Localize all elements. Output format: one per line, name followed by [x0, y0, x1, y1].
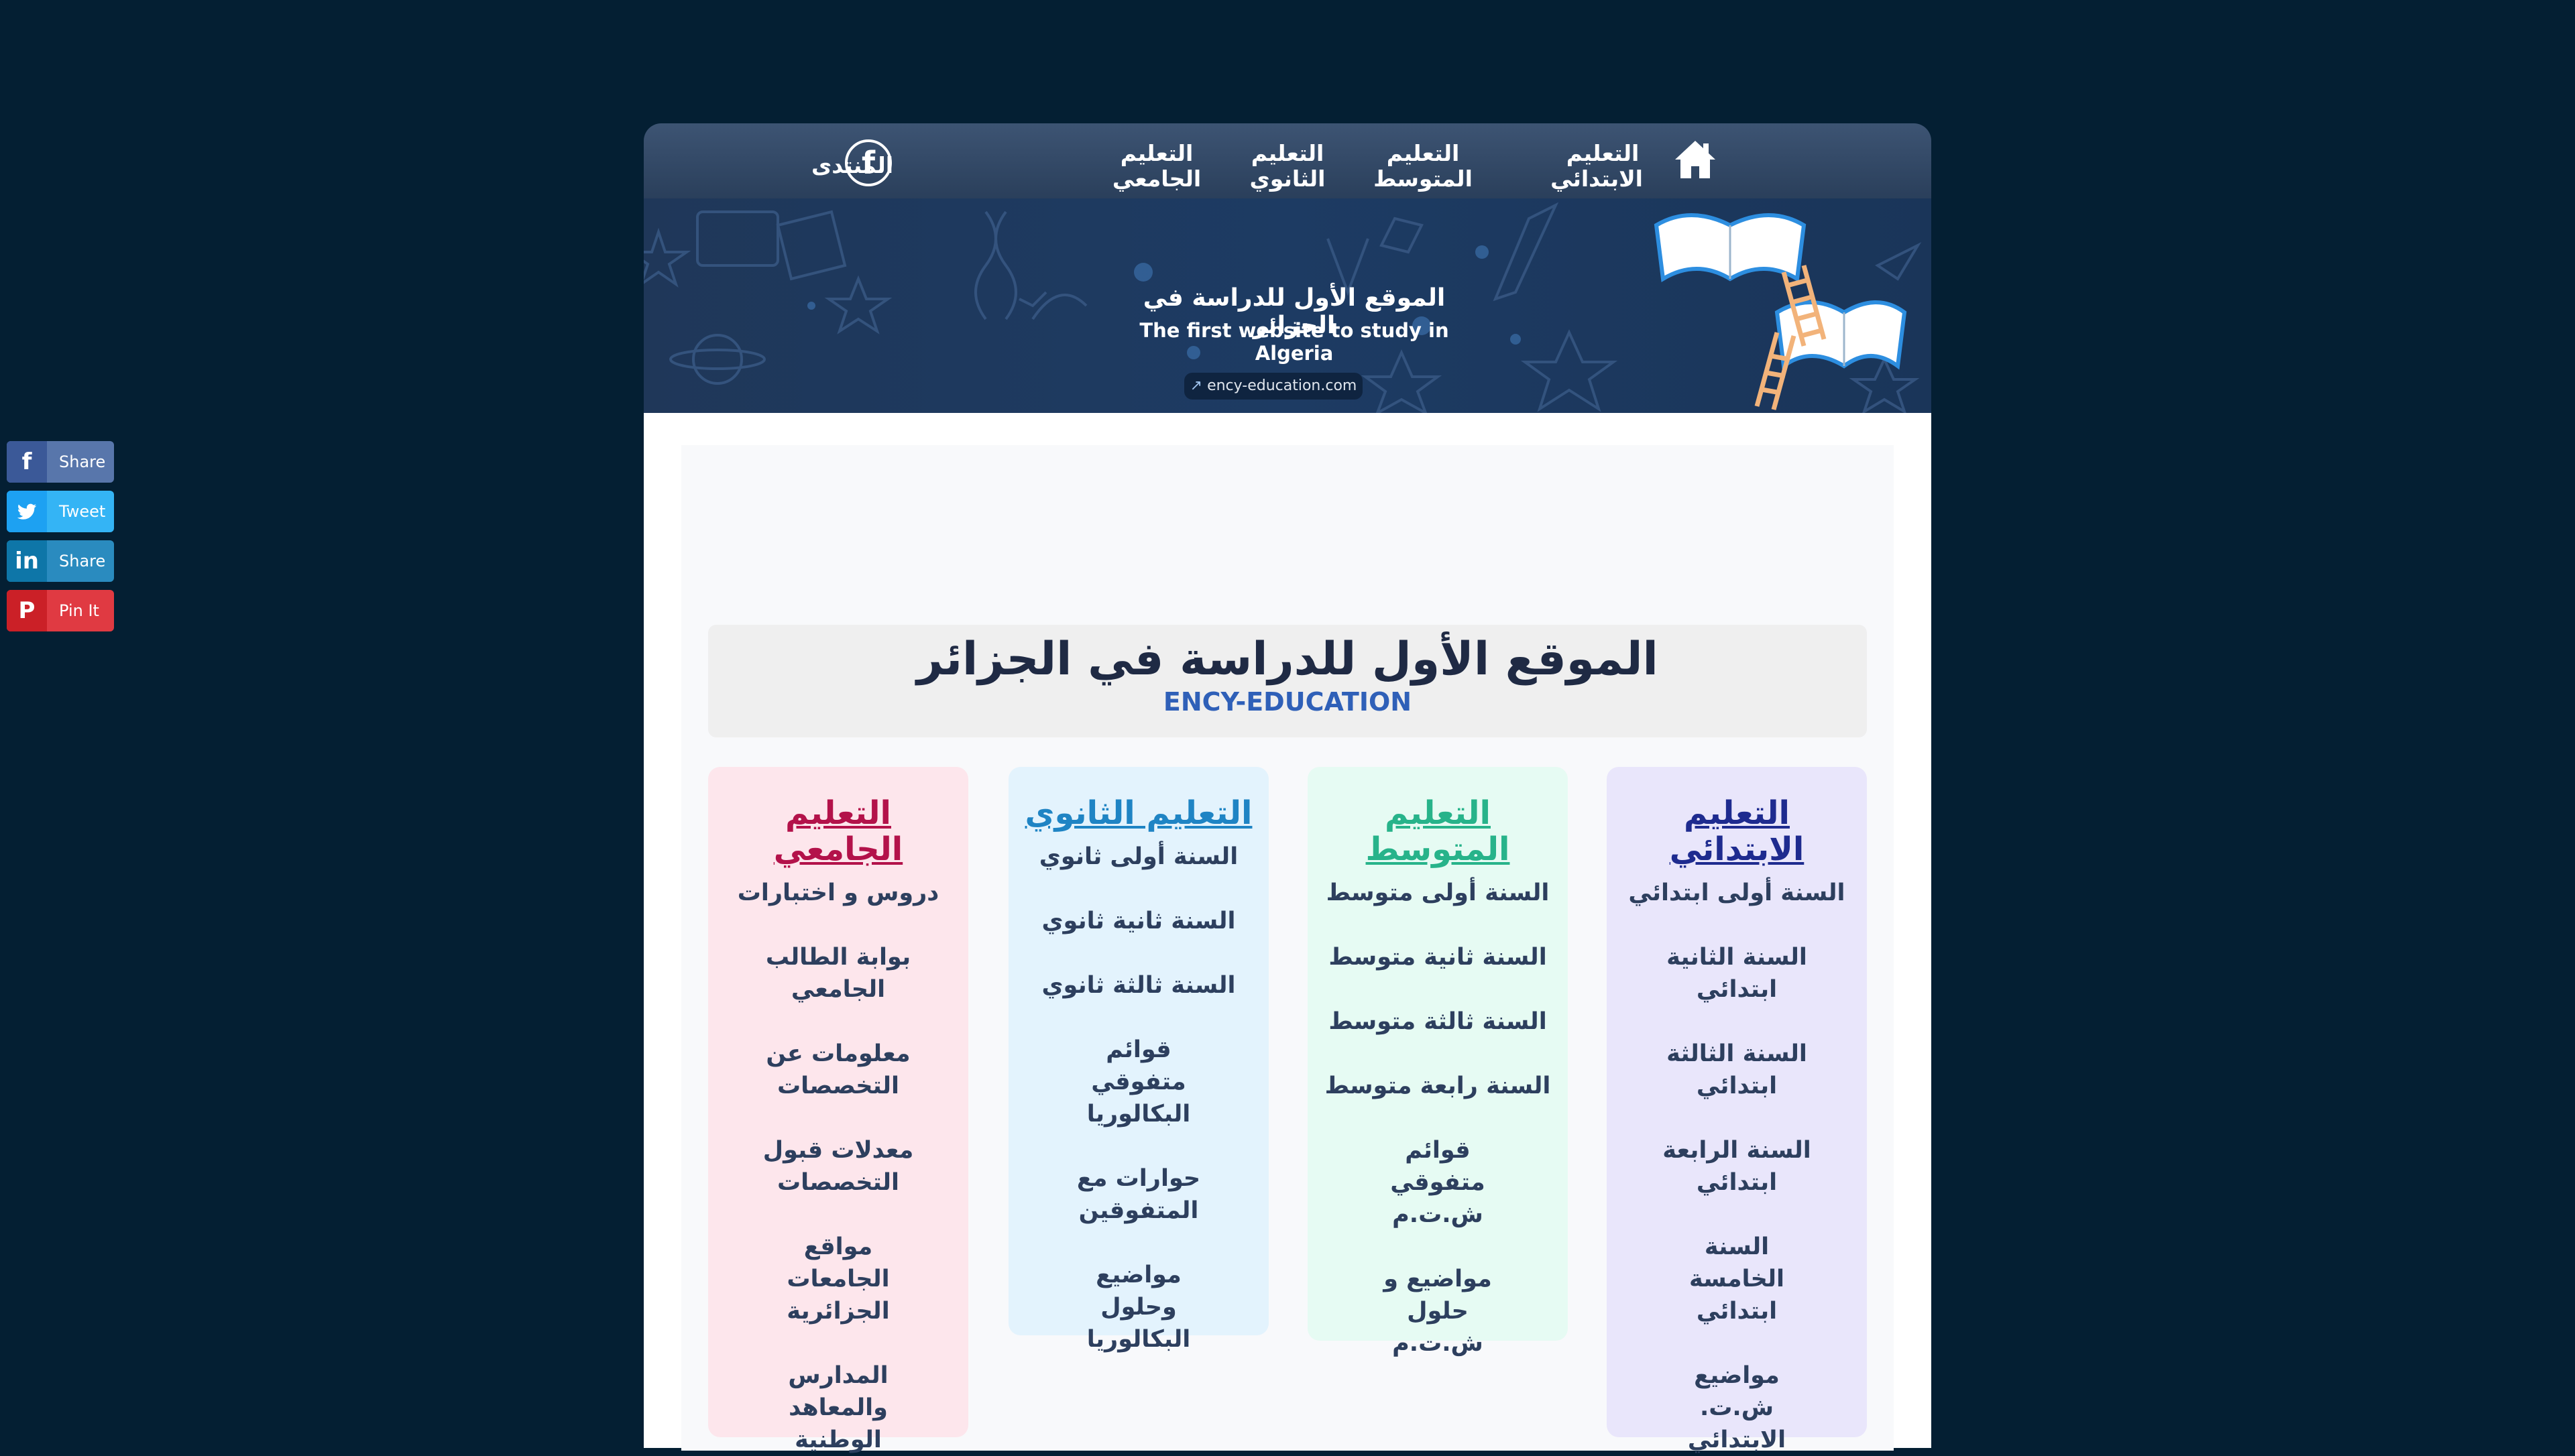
- main-content: الموقع الأول للدراسة في الجزائر ENCY-EDU…: [644, 413, 1931, 1453]
- banner-url: ↗ ency-education.com: [1184, 373, 1363, 400]
- link-secondary-2[interactable]: السنة ثانية ثانوي: [1022, 905, 1255, 937]
- facebook-icon[interactable]: f: [845, 139, 892, 186]
- link-primary-6[interactable]: مواضيع ش.ت. الابتدائي: [1620, 1359, 1853, 1456]
- share-twitter-button[interactable]: Tweet: [7, 491, 114, 532]
- twitter-icon: [7, 491, 47, 532]
- share-linkedin-button[interactable]: in Share: [7, 540, 114, 582]
- column-title-middle[interactable]: التعليم المتوسط: [1308, 767, 1568, 867]
- link-primary-1[interactable]: السنة أولى ابتدائي: [1620, 877, 1853, 909]
- link-middle-6[interactable]: مواضيع و حلول ش.ت.م: [1321, 1263, 1554, 1359]
- link-university-6[interactable]: المدارس والمعاهد الوطنية: [722, 1359, 955, 1456]
- page-container: التعليم الابتدائي التعليم المتوسط التعلي…: [644, 123, 1931, 1453]
- column-middle: التعليم المتوسط السنة أولى متوسط السنة ث…: [1308, 767, 1568, 1357]
- share-facebook-button[interactable]: f Share: [7, 441, 114, 483]
- link-university-2[interactable]: بوابة الطالب الجامعي: [722, 941, 955, 1006]
- link-middle-2[interactable]: السنة ثانية متوسط: [1321, 941, 1554, 973]
- hero-banner: الموقع الأول للدراسة في الجزائر The firs…: [644, 198, 1931, 413]
- content-panel: الموقع الأول للدراسة في الجزائر ENCY-EDU…: [681, 445, 1894, 1453]
- link-university-3[interactable]: معلومات عن التخصصات: [722, 1038, 955, 1102]
- top-navigation: التعليم الابتدائي التعليم المتوسط التعلي…: [644, 123, 1931, 198]
- column-title-university[interactable]: التعليم الجامعي: [708, 767, 968, 867]
- linkedin-icon: in: [7, 540, 47, 582]
- link-primary-5[interactable]: السنة الخامسة ابتدائي: [1620, 1231, 1853, 1327]
- link-secondary-5[interactable]: حوارات مع المتفوقين: [1022, 1162, 1255, 1227]
- link-primary-4[interactable]: السنة الرابعة ابتدائي: [1620, 1134, 1853, 1199]
- link-secondary-6[interactable]: مواضيع وحلول البكالوريا: [1022, 1259, 1255, 1355]
- link-university-5[interactable]: مواقع الجامعات الجزائرية: [722, 1231, 955, 1327]
- link-secondary-4[interactable]: قوائم متفوقي البكالوريا: [1022, 1034, 1255, 1130]
- site-title-box: الموقع الأول للدراسة في الجزائر ENCY-EDU…: [708, 625, 1867, 737]
- link-middle-1[interactable]: السنة أولى متوسط: [1321, 877, 1554, 909]
- link-middle-3[interactable]: السنة ثالثة متوسط: [1321, 1006, 1554, 1038]
- link-secondary-3[interactable]: السنة ثالثة ثانوي: [1022, 969, 1255, 1002]
- link-icon: ↗: [1190, 377, 1208, 394]
- link-primary-2[interactable]: السنة الثانية ابتدائي: [1620, 941, 1853, 1006]
- link-primary-3[interactable]: السنة الثالثة ابتدائي: [1620, 1038, 1853, 1102]
- nav-item-university[interactable]: التعليم الجامعي: [1106, 141, 1207, 192]
- link-middle-5[interactable]: قوائم متفوقي ش.ت.م: [1321, 1134, 1554, 1231]
- link-middle-4[interactable]: السنة رابعة متوسط: [1321, 1070, 1554, 1102]
- column-primary: التعليم الابتدائي السنة أولى ابتدائي الس…: [1607, 767, 1867, 1453]
- column-secondary: التعليم الثانوي السنة أولى ثانوي السنة ث…: [1009, 767, 1269, 1353]
- nav-item-primary[interactable]: التعليم الابتدائي: [1550, 141, 1643, 192]
- home-icon[interactable]: [1671, 135, 1719, 184]
- column-title-secondary[interactable]: التعليم الثانوي: [1009, 767, 1269, 831]
- facebook-icon: f: [7, 441, 47, 483]
- link-university-1[interactable]: دروس و اختبارات: [722, 877, 955, 909]
- link-secondary-1[interactable]: السنة أولى ثانوي: [1022, 841, 1255, 873]
- page-title: الموقع الأول للدراسة في الجزائر: [917, 633, 1658, 686]
- nav-item-middle[interactable]: التعليم المتوسط: [1356, 141, 1490, 192]
- share-pinterest-button[interactable]: P Pin It: [7, 590, 114, 631]
- column-title-primary[interactable]: التعليم الابتدائي: [1607, 767, 1867, 867]
- page-subtitle: ENCY-EDUCATION: [1163, 687, 1412, 717]
- link-university-4[interactable]: معدلات قبول التخصصات: [722, 1134, 955, 1199]
- column-university: التعليم الجامعي دروس و اختبارات بوابة ال…: [708, 767, 968, 1453]
- pinterest-icon: P: [7, 590, 47, 631]
- banner-title-english: The first website to study in Algeria: [1139, 319, 1449, 365]
- nav-item-secondary[interactable]: التعليم الثانوي: [1247, 141, 1328, 192]
